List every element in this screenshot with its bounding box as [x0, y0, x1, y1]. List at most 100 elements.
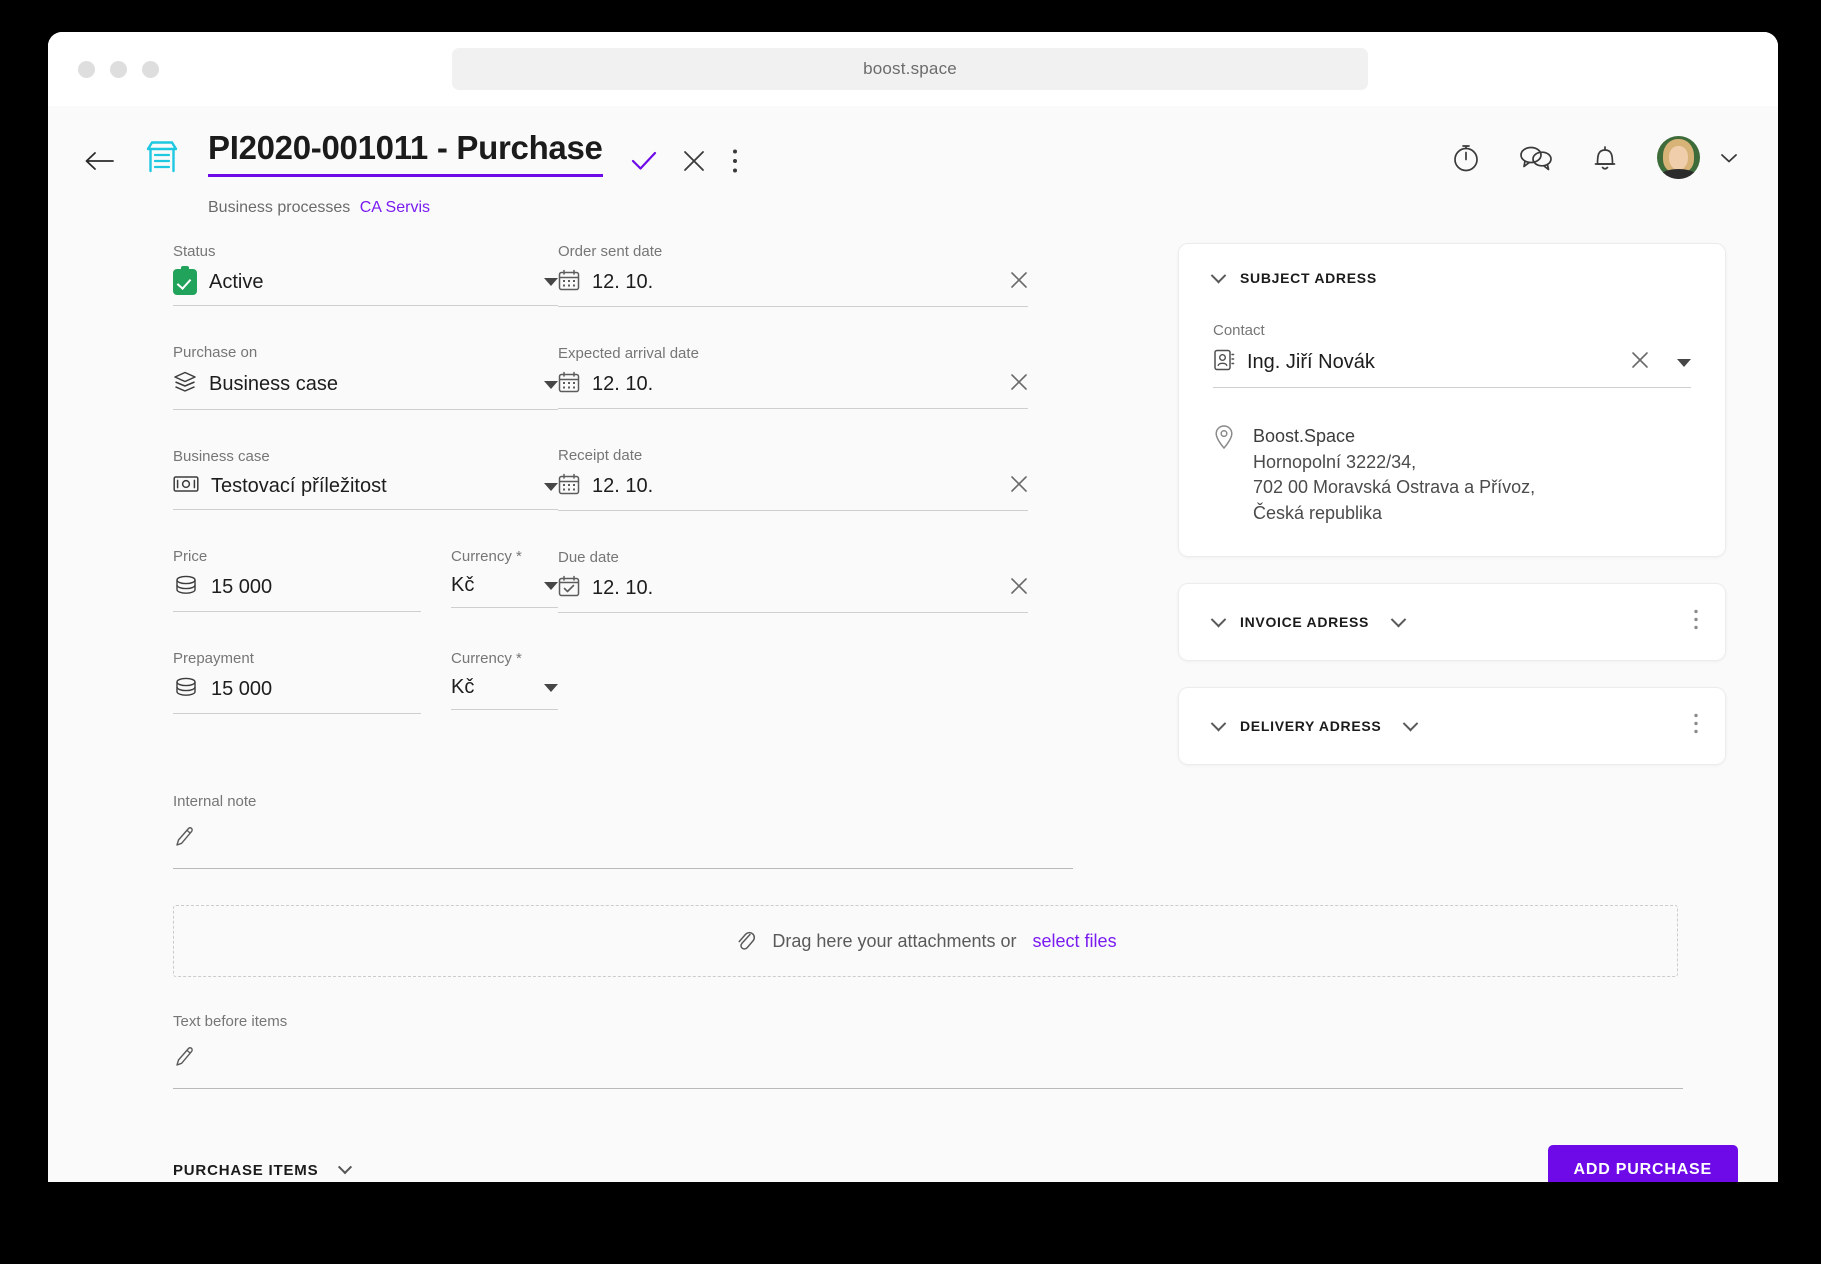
receipt-date-value[interactable]: 12. 10. — [592, 475, 998, 498]
price-label: Price — [173, 548, 421, 565]
browser-chrome: boost.space — [48, 32, 1778, 106]
breadcrumb-label: Business processes — [208, 199, 350, 216]
avatar[interactable] — [1657, 136, 1700, 179]
app-header: PI2020-001011 - Purchase Business proces… — [48, 106, 1778, 217]
back-arrow-icon[interactable] — [82, 144, 116, 178]
url-bar[interactable]: boost.space — [452, 48, 1368, 90]
close-icon[interactable] — [683, 150, 705, 172]
business-case-dropdown-caret[interactable] — [544, 483, 558, 491]
delivery-address-header[interactable]: DELIVERY ADRESS — [1213, 718, 1691, 734]
text-before-items-input[interactable] — [173, 1039, 1683, 1089]
title-block: PI2020-001011 - Purchase Business proces… — [208, 130, 603, 217]
invoice-address-header[interactable]: INVOICE ADRESS — [1213, 614, 1691, 630]
expected-arrival-date-field: Expected arrival date 12. 10. — [558, 345, 1028, 409]
left-form-column: Status Active Purchase on — [88, 243, 558, 791]
minimize-dot[interactable] — [110, 61, 127, 78]
status-value[interactable]: Active — [209, 271, 532, 294]
order-sent-date-label: Order sent date — [558, 243, 1028, 260]
receipt-date-label: Receipt date — [558, 447, 1028, 464]
business-case-value[interactable]: Testovací příležitost — [211, 475, 532, 498]
maximize-dot[interactable] — [142, 61, 159, 78]
calendar-icon — [558, 473, 580, 500]
subject-address-block: Boost.Space Hornopolní 3222/34, 702 00 M… — [1213, 424, 1691, 526]
due-date-value[interactable]: 12. 10. — [592, 577, 998, 600]
internal-note-input[interactable] — [173, 819, 1073, 869]
attachments-dropzone-wrap: Drag here your attachments or select fil… — [173, 905, 1738, 977]
address-street: Hornopolní 3222/34, — [1253, 450, 1535, 476]
due-date-label: Due date — [558, 549, 1028, 566]
chevron-down-secondary-icon[interactable] — [1403, 716, 1419, 732]
select-files-link[interactable]: select files — [1033, 931, 1117, 952]
prepayment-currency-caret[interactable] — [544, 684, 558, 692]
address-city: 702 00 Moravská Ostrava a Přívoz, — [1253, 475, 1535, 501]
contact-card-icon — [1213, 348, 1235, 377]
breadcrumb-link[interactable]: CA Servis — [360, 199, 430, 216]
check-icon[interactable] — [631, 150, 657, 172]
chevron-down-secondary-icon[interactable] — [1391, 612, 1407, 628]
title-actions — [631, 148, 739, 174]
coins-icon — [173, 574, 199, 601]
business-case-field: Business case Testovací příležitost — [173, 448, 558, 510]
due-date-clear-icon[interactable] — [1010, 577, 1028, 600]
dropzone-text: Drag here your attachments or — [772, 931, 1016, 952]
purchase-on-dropdown-caret[interactable] — [544, 381, 558, 389]
delivery-address-kebab-icon[interactable] — [1693, 713, 1699, 740]
main-content: Status Active Purchase on — [48, 217, 1778, 791]
prepayment-value[interactable]: 15 000 — [211, 678, 421, 701]
timer-icon[interactable] — [1451, 143, 1481, 173]
chevron-down-icon[interactable] — [338, 1161, 352, 1175]
subject-address-card: SUBJECT ADRESS Contact — [1178, 243, 1726, 557]
chevron-down-icon[interactable] — [1211, 716, 1227, 732]
prepayment-field: Prepayment 15 000 — [173, 650, 421, 714]
close-dot[interactable] — [78, 61, 95, 78]
delivery-address-card: DELIVERY ADRESS — [1178, 687, 1726, 765]
add-purchase-button[interactable]: ADD PURCHASE — [1548, 1145, 1739, 1182]
kebab-menu-icon[interactable] — [731, 148, 739, 174]
price-currency-value[interactable]: Kč — [451, 574, 532, 597]
paperclip-icon — [734, 927, 756, 956]
contact-clear-icon[interactable] — [1631, 351, 1649, 374]
order-sent-date-clear-icon[interactable] — [1010, 271, 1028, 294]
status-dropdown-caret[interactable] — [544, 278, 558, 286]
contact-value[interactable]: Ing. Jiří Novák — [1247, 351, 1619, 374]
app-viewport: PI2020-001011 - Purchase Business proces… — [48, 106, 1778, 1182]
expected-arrival-date-value[interactable]: 12. 10. — [592, 373, 998, 396]
price-row: Price 15 000 — [173, 548, 558, 612]
chevron-down-icon[interactable] — [1211, 612, 1227, 628]
prepayment-currency-field: Currency * Kč — [451, 650, 558, 714]
layers-icon — [173, 370, 197, 399]
order-sent-date-value[interactable]: 12. 10. — [592, 271, 998, 294]
coins-icon — [173, 676, 199, 703]
prepayment-currency-value[interactable]: Kč — [451, 676, 532, 699]
order-sent-date-field: Order sent date 12. 10. — [558, 243, 1028, 307]
purchase-items-label[interactable]: PURCHASE ITEMS — [173, 1162, 318, 1179]
shop-icon — [144, 140, 180, 179]
status-clipboard-check-icon — [173, 269, 197, 295]
purchase-on-value[interactable]: Business case — [209, 373, 532, 396]
bell-icon[interactable] — [1591, 143, 1619, 173]
dates-column: Order sent date 12. 10. — [558, 243, 1028, 791]
address-lines: Boost.Space Hornopolní 3222/34, 702 00 M… — [1253, 424, 1535, 526]
header-actions — [1451, 136, 1738, 179]
url-text: boost.space — [863, 59, 957, 79]
delivery-address-title: DELIVERY ADRESS — [1240, 718, 1381, 734]
expected-arrival-date-clear-icon[interactable] — [1010, 373, 1028, 396]
lower-section: Internal note — [48, 793, 1778, 1182]
receipt-date-clear-icon[interactable] — [1010, 475, 1028, 498]
expected-arrival-date-label: Expected arrival date — [558, 345, 1028, 362]
contact-dropdown-caret[interactable] — [1677, 359, 1691, 367]
price-currency-caret[interactable] — [544, 582, 558, 590]
contact-field: Contact Ing. Jiří Novák — [1213, 322, 1691, 388]
chevron-down-icon[interactable] — [1720, 152, 1738, 164]
location-pin-icon — [1213, 424, 1235, 526]
banknote-icon — [173, 474, 199, 499]
subject-address-header[interactable]: SUBJECT ADRESS — [1213, 270, 1691, 286]
page-title[interactable]: PI2020-001011 - Purchase — [208, 130, 603, 177]
price-value[interactable]: 15 000 — [211, 576, 421, 599]
business-case-label: Business case — [173, 448, 558, 465]
chevron-down-icon[interactable] — [1211, 268, 1227, 284]
attachments-dropzone[interactable]: Drag here your attachments or select fil… — [173, 905, 1678, 977]
chat-icon[interactable] — [1519, 144, 1553, 172]
invoice-address-card: INVOICE ADRESS — [1178, 583, 1726, 661]
invoice-address-kebab-icon[interactable] — [1693, 609, 1699, 636]
